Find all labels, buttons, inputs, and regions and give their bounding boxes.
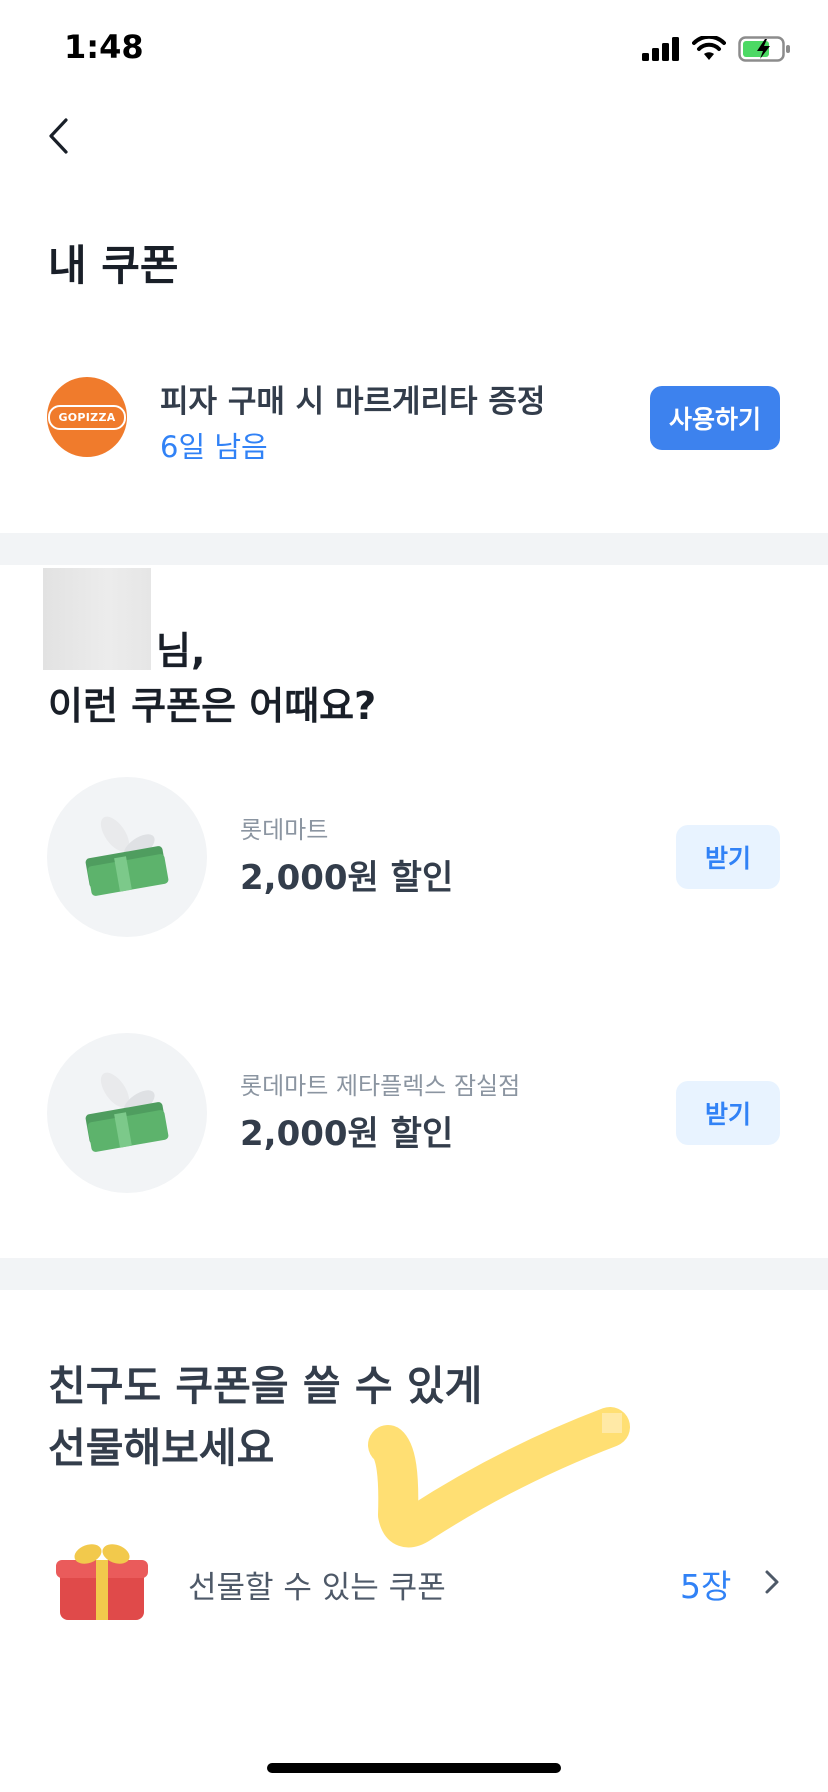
coupon-title: 피자 구매 시 마르게리타 증정	[160, 384, 546, 420]
receive-coupon-button[interactable]: 받기	[676, 1081, 780, 1145]
battery-charging-icon	[738, 36, 790, 62]
blurred-username	[43, 568, 151, 670]
home-indicator	[267, 1763, 561, 1773]
greeting-suffix: 님,	[156, 629, 206, 673]
giftable-coupons-label: 선물할 수 있는 쿠폰	[188, 1570, 446, 1606]
gopizza-logo: GOPIZZA	[47, 377, 127, 457]
giftable-coupons-count: 5장	[680, 1567, 732, 1606]
cellular-signal-icon	[642, 37, 679, 61]
money-wings-icon	[47, 1033, 207, 1193]
use-coupon-button[interactable]: 사용하기	[650, 386, 780, 450]
section-divider	[0, 533, 828, 565]
offer-discount: 2,000원 할인	[240, 1114, 454, 1154]
status-time: 1:48	[64, 28, 144, 66]
back-button[interactable]	[36, 110, 80, 162]
gift-box-icon	[56, 1544, 148, 1620]
offer-discount: 2,000원 할인	[240, 858, 454, 898]
chevron-right-icon	[765, 1570, 779, 1594]
wifi-icon	[692, 36, 726, 60]
offer-store: 롯데마트 제타플렉스 잠실점	[240, 1072, 521, 1100]
offer-store: 롯데마트	[240, 816, 329, 844]
status-icons	[642, 34, 792, 64]
logo-text: GOPIZZA	[48, 404, 126, 430]
receive-coupon-button[interactable]: 받기	[676, 825, 780, 889]
recommend-title: 이런 쿠폰은 어때요?	[48, 684, 377, 728]
section-divider	[0, 1258, 828, 1290]
coupon-remaining: 6일 남음	[160, 430, 268, 464]
page-title: 내 쿠폰	[48, 241, 179, 290]
chevron-left-icon	[49, 118, 68, 154]
money-wings-icon	[47, 777, 207, 937]
